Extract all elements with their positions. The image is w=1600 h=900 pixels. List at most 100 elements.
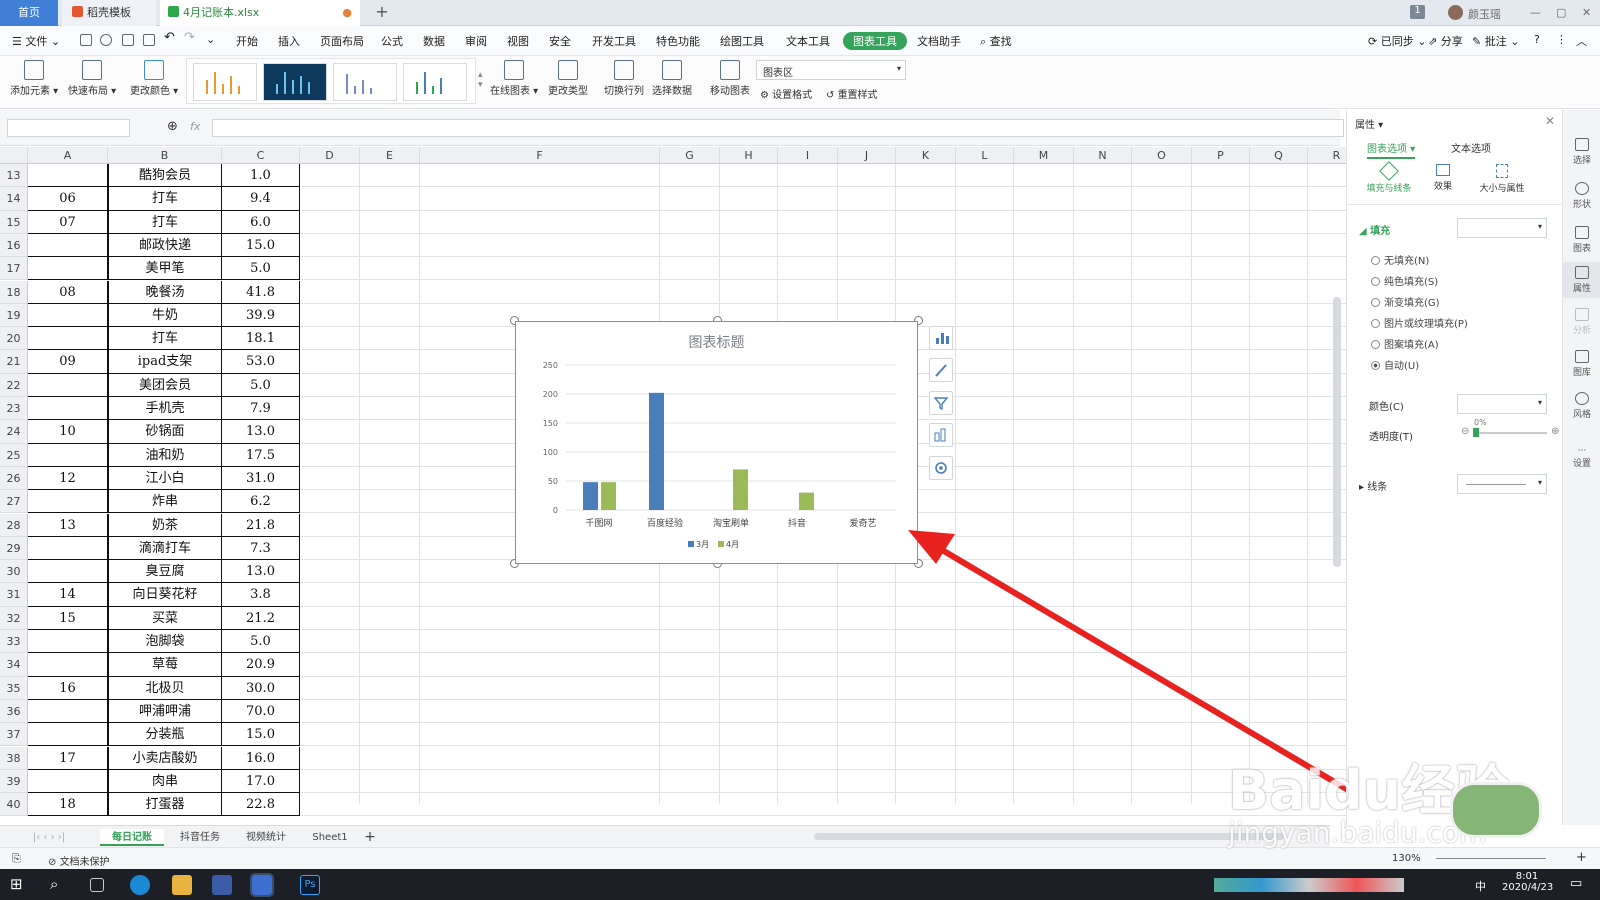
formula-input[interactable] xyxy=(212,119,1344,137)
save-icon[interactable] xyxy=(80,34,92,46)
search-menu[interactable]: ⌕ 查找 xyxy=(980,33,1012,49)
online-chart-button[interactable]: 在线图表 ▾ xyxy=(490,58,538,97)
cell-a[interactable]: 14 xyxy=(28,583,108,607)
row-header[interactable]: 34 xyxy=(0,653,28,677)
cell-a[interactable]: 08 xyxy=(28,280,108,304)
sync-status[interactable]: ⟳ 已同步 ⌄ xyxy=(1368,33,1426,49)
print-preview-icon[interactable] xyxy=(143,34,155,46)
cell-a[interactable] xyxy=(28,397,108,421)
chart-area[interactable]: 图表标题 0 50 100 150 200 250 千图网 百度经验 淘宝刷单 抖音 爱奇艺 3月 4月 xyxy=(515,321,918,564)
cell-c[interactable]: 13.0 xyxy=(222,560,300,584)
cell-a[interactable] xyxy=(28,257,108,281)
cell-b[interactable]: 草莓 xyxy=(108,653,222,677)
menu-view[interactable]: 视图 xyxy=(507,33,529,49)
undo-history-icon[interactable] xyxy=(100,34,112,46)
radio-auto-fill[interactable]: 自动(U) xyxy=(1371,357,1419,372)
column-header-o[interactable]: O xyxy=(1132,147,1192,164)
select-data-button[interactable]: 选择数据 xyxy=(652,58,692,97)
menu-review[interactable]: 审阅 xyxy=(465,33,487,49)
add-sheet-button[interactable]: + xyxy=(362,829,378,846)
sidebar-select[interactable]: 选择 xyxy=(1563,138,1600,166)
cell-b[interactable]: 滴滴打车 xyxy=(108,536,222,561)
new-tab-button[interactable]: + xyxy=(372,0,392,26)
cell-c[interactable]: 15.0 xyxy=(222,233,300,258)
cell-c[interactable]: 6.0 xyxy=(222,210,300,234)
cell-c[interactable]: 21.8 xyxy=(222,513,300,537)
cell-b[interactable]: 打蛋器 xyxy=(108,793,222,817)
tab-home[interactable]: 首页 xyxy=(0,0,58,26)
cell-a[interactable]: 09 xyxy=(28,350,108,374)
sheet-tab-daily[interactable]: 每日记账 xyxy=(100,829,164,846)
file-explorer-icon[interactable] xyxy=(172,875,192,895)
system-tray-icons[interactable] xyxy=(1214,878,1404,892)
row-header[interactable]: 14 xyxy=(0,187,28,211)
task-view-icon[interactable] xyxy=(90,878,104,892)
cell-c[interactable]: 22.8 xyxy=(222,793,300,817)
user-name[interactable]: 颜玉瑶 xyxy=(1468,6,1501,22)
cell-c[interactable]: 53.0 xyxy=(222,350,300,374)
cell-a[interactable] xyxy=(28,233,108,258)
column-header-e[interactable]: E xyxy=(360,147,420,164)
protect-status[interactable]: ⊘ 文档未保护 xyxy=(48,853,110,868)
menu-data[interactable]: 数据 xyxy=(423,33,445,49)
undo-icon[interactable]: ↶ xyxy=(164,30,175,45)
more-icon[interactable]: ⋮ xyxy=(1556,33,1567,46)
move-chart-button[interactable]: 移动图表 xyxy=(710,58,750,97)
sidebar-style[interactable]: 风格 xyxy=(1563,392,1600,420)
cell-a[interactable] xyxy=(28,490,108,514)
cell-a[interactable] xyxy=(28,769,108,794)
menu-insert[interactable]: 插入 xyxy=(278,33,300,49)
column-header-d[interactable]: D xyxy=(300,147,360,164)
collapse-ribbon-icon[interactable]: ︿ xyxy=(1576,33,1587,49)
row-header[interactable]: 37 xyxy=(0,723,28,747)
chart-style-1[interactable] xyxy=(193,63,257,101)
set-format-button[interactable]: ⚙ 设置格式 xyxy=(760,86,812,101)
cell-b[interactable]: 打车 xyxy=(108,187,222,211)
row-header[interactable]: 26 xyxy=(0,466,28,491)
cell-b[interactable]: 美甲笔 xyxy=(108,257,222,281)
restore-icon[interactable]: ▢ xyxy=(1556,6,1566,19)
cell-c[interactable]: 31.0 xyxy=(222,466,300,491)
chart-settings-button[interactable] xyxy=(929,456,953,480)
cell-b[interactable]: 手机壳 xyxy=(108,397,222,421)
column-header-j[interactable]: J xyxy=(838,147,896,164)
cell-a[interactable] xyxy=(28,536,108,561)
share-button[interactable]: ⇗ 分享 xyxy=(1428,33,1463,49)
sheet-tab-sheet1[interactable]: Sheet1 xyxy=(300,829,360,846)
cell-a[interactable]: 15 xyxy=(28,606,108,630)
color-dropdown[interactable]: ▾ xyxy=(1457,394,1547,414)
zoom-formula-icon[interactable]: ⊕ xyxy=(167,119,178,134)
transparency-slider[interactable] xyxy=(1475,432,1547,434)
row-header[interactable]: 38 xyxy=(0,746,28,770)
row-header[interactable]: 28 xyxy=(0,513,28,537)
menu-file[interactable]: ☰ 文件 ⌄ xyxy=(12,33,60,49)
sheet-nav-arrows[interactable]: |‹ ‹ › ›| xyxy=(14,829,84,846)
chart-area-select[interactable]: 图表区 ▾ xyxy=(756,60,906,80)
subtab-effect[interactable]: 效果 xyxy=(1423,164,1463,192)
cell-b[interactable]: 江小白 xyxy=(108,466,222,491)
tab-chart-options[interactable]: 图表选项 ▾ xyxy=(1367,140,1416,159)
avatar[interactable] xyxy=(1448,5,1463,20)
menu-security[interactable]: 安全 xyxy=(549,33,571,49)
cell-c[interactable]: 20.9 xyxy=(222,653,300,677)
column-header-h[interactable]: H xyxy=(720,147,778,164)
gallery-scroll-icon[interactable]: ▴ ▾ xyxy=(478,70,483,90)
column-header-m[interactable]: M xyxy=(1014,147,1074,164)
row-header[interactable]: 15 xyxy=(0,210,28,234)
cell-b[interactable]: 砂锅面 xyxy=(108,420,222,444)
fx-icon[interactable]: fx xyxy=(190,120,200,133)
panel-close-icon[interactable]: ✕ xyxy=(1545,114,1555,128)
row-header[interactable]: 20 xyxy=(0,327,28,351)
fill-section-header[interactable]: ◢ 填充 xyxy=(1359,222,1390,237)
add-element-button[interactable]: 添加元素 ▾ xyxy=(10,58,58,97)
menu-page-layout[interactable]: 页面布局 xyxy=(320,33,364,49)
cell-a[interactable] xyxy=(28,699,108,724)
menu-start[interactable]: 开始 xyxy=(236,33,258,49)
cell-c[interactable]: 3.8 xyxy=(222,583,300,607)
row-header[interactable]: 25 xyxy=(0,443,28,467)
tab-file[interactable]: 4月记账本.xlsx ● xyxy=(160,0,360,26)
taskbar-search-icon[interactable]: ⌕ xyxy=(50,875,70,895)
cell-b[interactable]: 北极贝 xyxy=(108,676,222,700)
cell-c[interactable]: 21.2 xyxy=(222,606,300,630)
cell-a[interactable]: 07 xyxy=(28,210,108,234)
